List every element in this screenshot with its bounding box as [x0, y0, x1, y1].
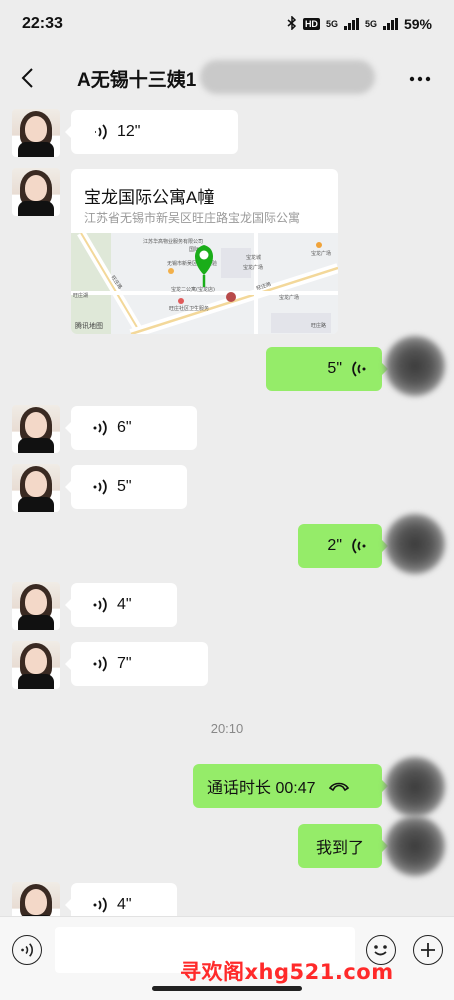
- plus-icon: [421, 943, 435, 957]
- voice-message[interactable]: 12": [65, 110, 238, 154]
- net-label: 5G: [325, 19, 338, 29]
- voice-wave-icon: [93, 597, 107, 613]
- battery-level: 59%: [403, 16, 432, 32]
- contact-avatar[interactable]: [12, 109, 60, 157]
- voice-duration: 4": [117, 896, 132, 913]
- voice-duration: 5": [117, 478, 132, 495]
- location-map: 江苏华高物业服务有限公司 国际 无锡市新吴区旺庄实验 宝龙城 宝龙广场 宝龙广场…: [71, 230, 338, 334]
- voice-wave-icon: [95, 124, 107, 140]
- voice-wave-icon: [93, 897, 107, 913]
- text-message[interactable]: 我到了: [298, 824, 388, 868]
- status-bar: 22:33 HD 5G 5G 59%: [0, 0, 454, 48]
- location-card[interactable]: 宝龙国际公寓A幢 江苏省无锡市新吴区旺庄路宝龙国际公寓 江苏华高物业服务有限公司…: [71, 169, 338, 334]
- voice-input-toggle[interactable]: [12, 935, 42, 965]
- voice-wave-icon: [93, 479, 107, 495]
- map-label: 江苏华高物业服务有限公司: [143, 238, 203, 245]
- chat-header: A无锡十三姨1: [0, 48, 454, 108]
- redacted-blur: [200, 60, 375, 94]
- voice-duration: 4": [117, 596, 132, 613]
- call-record-message[interactable]: 通话时长 00:47: [193, 764, 388, 808]
- signal-icon-2: [382, 18, 398, 30]
- message-text: 我到了: [315, 840, 364, 857]
- voice-duration: 7": [117, 655, 132, 672]
- location-name: 宝龙国际公寓A幢: [84, 188, 215, 207]
- my-avatar[interactable]: [385, 336, 445, 396]
- chevron-left-icon: [21, 68, 33, 88]
- voice-message[interactable]: 6": [65, 406, 197, 450]
- voice-message[interactable]: 2": [298, 524, 388, 568]
- voice-message[interactable]: 5": [266, 347, 388, 391]
- voice-duration: 12": [117, 123, 141, 140]
- my-avatar[interactable]: [385, 816, 445, 876]
- call-duration-text: 通话时长 00:47: [207, 780, 316, 797]
- contact-avatar[interactable]: [12, 641, 60, 689]
- map-label: 宝龙二公寓(宝龙店): [171, 286, 215, 293]
- home-indicator[interactable]: [152, 986, 302, 991]
- time-separator: 20:10: [210, 721, 244, 736]
- watermark-text: 寻欢阁xhg521.com: [180, 960, 394, 984]
- contact-avatar[interactable]: [12, 405, 60, 453]
- hd-badge: HD: [302, 18, 320, 30]
- my-avatar[interactable]: [385, 757, 445, 817]
- signal-icon: [343, 18, 359, 30]
- voice-message[interactable]: 7": [65, 642, 208, 686]
- status-time: 22:33: [22, 15, 63, 32]
- voice-duration: 6": [117, 419, 132, 436]
- net-label-2: 5G: [364, 19, 377, 29]
- bluetooth-icon: [287, 14, 297, 33]
- my-avatar[interactable]: [385, 514, 445, 574]
- map-credit: 腾讯地图: [75, 323, 103, 330]
- location-address: 江苏省无锡市新吴区旺庄路宝龙国际公寓: [84, 211, 301, 225]
- map-label: 宝龙广场: [311, 250, 331, 257]
- back-button[interactable]: [2, 53, 52, 103]
- voice-mode-icon: [21, 943, 34, 957]
- voice-message[interactable]: 5": [65, 465, 187, 509]
- contact-avatar[interactable]: [12, 582, 60, 630]
- more-dots-icon: [409, 76, 431, 82]
- voice-duration: 2": [327, 537, 342, 554]
- map-label: 旺庄社区卫生服务: [169, 305, 209, 312]
- phone-hangup-icon: [328, 782, 349, 792]
- status-icons: HD 5G 5G 59%: [287, 14, 432, 33]
- voice-duration: 5": [327, 360, 342, 377]
- map-label: 宝龙城: [246, 254, 261, 261]
- map-label: 旺庄路: [311, 322, 326, 329]
- contact-avatar[interactable]: [12, 464, 60, 512]
- voice-wave-icon: [93, 656, 107, 672]
- contact-avatar[interactable]: [12, 168, 60, 216]
- map-label: 宝龙广场: [243, 264, 263, 271]
- chat-title: A无锡十三姨1: [77, 69, 197, 91]
- voice-wave-icon: [352, 538, 366, 554]
- more-functions-button[interactable]: [413, 935, 443, 965]
- voice-message[interactable]: 4": [65, 583, 177, 627]
- voice-wave-icon: [352, 361, 366, 377]
- map-label: 宝龙广场: [279, 294, 299, 301]
- map-label: 旺庄湖: [73, 292, 88, 299]
- more-button[interactable]: [404, 63, 436, 95]
- voice-wave-icon: [93, 420, 107, 436]
